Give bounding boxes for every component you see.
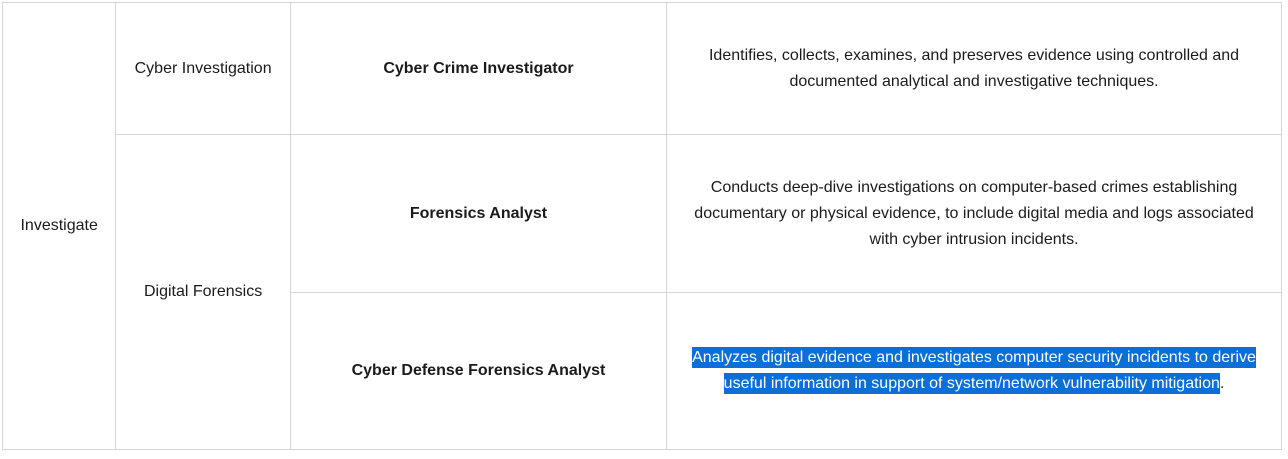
role-title-cyber-defense-forensics-analyst: Cyber Defense Forensics Analyst — [351, 362, 606, 379]
specialty-label-digital-forensics: Digital Forensics — [143, 283, 263, 300]
description-tail: . — [1219, 375, 1225, 392]
role-cell: Cyber Defense Forensics Analyst — [289, 292, 668, 450]
table-row: Digital Forensics Forensics Analyst Cond… — [3, 134, 1282, 450]
specialty-cell: Digital Forensics — [115, 134, 291, 450]
description-cell: Identifies, collects, examines, and pres… — [666, 2, 1282, 135]
role-description[interactable]: Identifies, collects, examines, and pres… — [709, 47, 1239, 90]
role-title-cyber-crime-investigator: Cyber Crime Investigator — [383, 59, 574, 77]
selected-text-highlight[interactable]: Analyzes digital evidence and investigat… — [692, 347, 1256, 394]
role-description[interactable]: Conducts deep-dive investigations on com… — [694, 179, 1253, 248]
category-label: Investigate — [20, 217, 98, 234]
workforce-roles-table: Investigate Cyber Investigation Cyber Cr… — [1, 2, 1282, 450]
category-cell: Investigate — [1, 2, 117, 450]
table-row: Investigate Cyber Investigation Cyber Cr… — [1, 2, 1282, 450]
role-title-forensics-analyst: Forensics Analyst — [409, 204, 548, 222]
specialty-label-cyber-investigation: Cyber Investigation — [134, 59, 272, 77]
description-cell: Analyzes digital evidence and investigat… — [666, 292, 1282, 450]
role-cell: Forensics Analyst — [289, 134, 668, 293]
specialty-cell: Cyber Investigation — [115, 2, 291, 135]
description-cell: Conducts deep-dive investigations on com… — [666, 134, 1282, 293]
role-cell: Cyber Crime Investigator — [289, 2, 668, 135]
